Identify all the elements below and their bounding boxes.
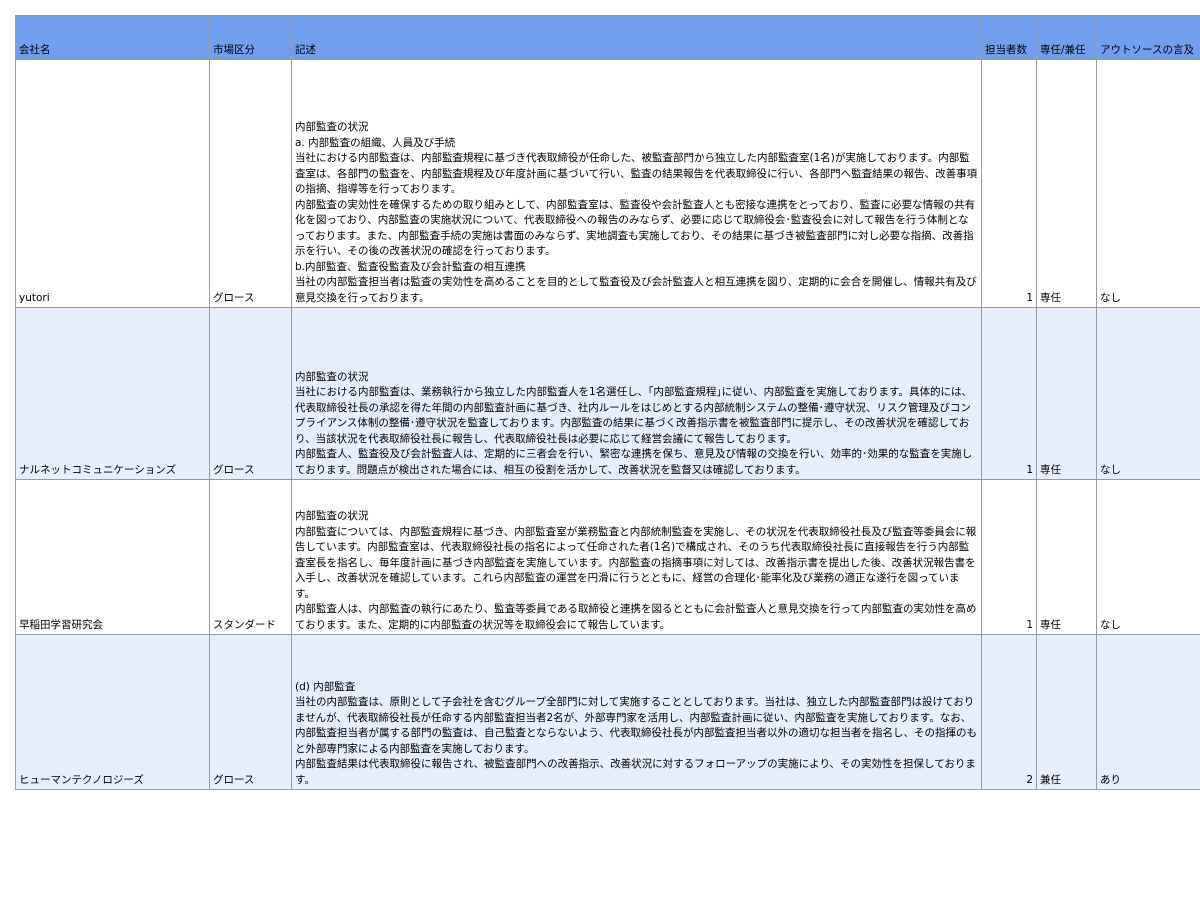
cell-fulltime[interactable]: 専任 (1036, 307, 1097, 480)
header-fulltime[interactable]: 専任/兼任 (1036, 15, 1097, 60)
cell-company[interactable]: yutori (15, 59, 210, 308)
cell-market[interactable]: グロース (209, 59, 292, 308)
cell-company[interactable]: ナルネットコミュニケーションズ (15, 307, 210, 480)
header-outsource[interactable]: アウトソースの言及 (1096, 15, 1200, 60)
cell-company[interactable]: 早稲田学習研究会 (15, 479, 210, 635)
cell-staff-count[interactable]: 1 (981, 59, 1037, 308)
cell-fulltime[interactable]: 兼任 (1036, 634, 1097, 790)
header-staff-count[interactable]: 担当者数 (981, 15, 1037, 60)
header-row: 会社名 市場区分 記述 担当者数 専任/兼任 アウトソースの言及 (15, 15, 1200, 60)
spreadsheet: 会社名 市場区分 記述 担当者数 専任/兼任 アウトソースの言及 yutori … (15, 15, 1200, 790)
table-row: yutori グロース 内部監査の状況 a. 内部監査の組織、人員及び手続 当社… (15, 59, 1200, 308)
cell-description[interactable]: 内部監査の状況 a. 内部監査の組織、人員及び手続 当社における内部監査は、内部… (291, 59, 982, 308)
cell-fulltime[interactable]: 専任 (1036, 59, 1097, 308)
cell-outsource[interactable]: なし (1096, 59, 1200, 308)
table-row: ナルネットコミュニケーションズ グロース 内部監査の状況 当社における内部監査は… (15, 307, 1200, 480)
cell-fulltime[interactable]: 専任 (1036, 479, 1097, 635)
cell-staff-count[interactable]: 2 (981, 634, 1037, 790)
cell-outsource[interactable]: なし (1096, 479, 1200, 635)
cell-company[interactable]: ヒューマンテクノロジーズ (15, 634, 210, 790)
cell-description[interactable]: 内部監査の状況 当社における内部監査は、業務執行から独立した内部監査人を1名選任… (291, 307, 982, 480)
audit-table: 会社名 市場区分 記述 担当者数 専任/兼任 アウトソースの言及 yutori … (15, 15, 1200, 790)
cell-outsource[interactable]: なし (1096, 307, 1200, 480)
header-description[interactable]: 記述 (291, 15, 982, 60)
cell-market[interactable]: スタンダード (209, 479, 292, 635)
cell-staff-count[interactable]: 1 (981, 479, 1037, 635)
header-company[interactable]: 会社名 (15, 15, 210, 60)
cell-outsource[interactable]: あり (1096, 634, 1200, 790)
cell-staff-count[interactable]: 1 (981, 307, 1037, 480)
cell-description[interactable]: 内部監査の状況 内部監査については、内部監査規程に基づき、内部監査室が業務監査と… (291, 479, 982, 635)
cell-market[interactable]: グロース (209, 634, 292, 790)
cell-description[interactable]: (d) 内部監査 当社の内部監査は、原則として子会社を含むグループ全部門に対して… (291, 634, 982, 790)
table-row: 早稲田学習研究会 スタンダード 内部監査の状況 内部監査については、内部監査規程… (15, 479, 1200, 635)
header-market[interactable]: 市場区分 (209, 15, 292, 60)
cell-market[interactable]: グロース (209, 307, 292, 480)
table-row: ヒューマンテクノロジーズ グロース (d) 内部監査 当社の内部監査は、原則とし… (15, 634, 1200, 790)
